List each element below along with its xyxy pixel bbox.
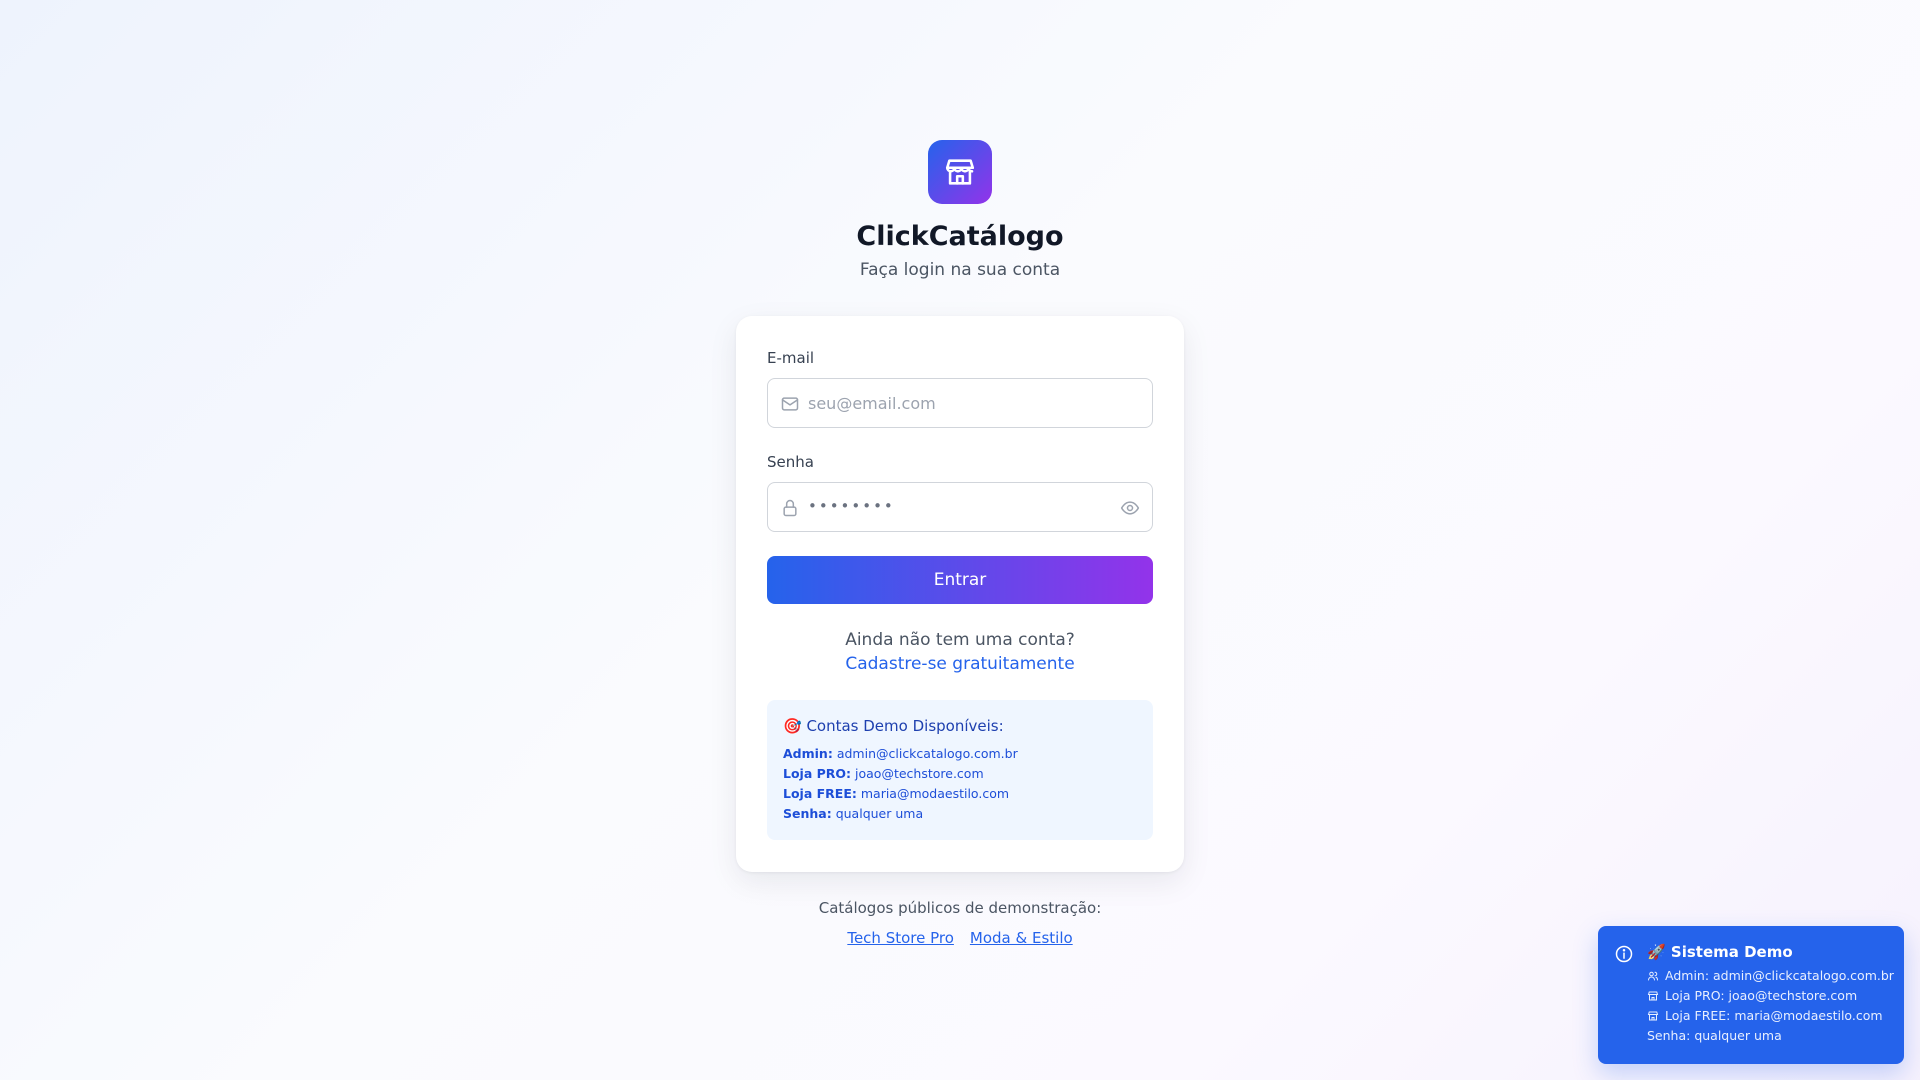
- demo-accounts-list: Admin: admin@clickcatalogo.com.br Loja P…: [783, 744, 1137, 824]
- signup-link[interactable]: Cadastre-se gratuitamente: [767, 652, 1153, 676]
- login-page: ClickCatálogo Faça login na sua conta E-…: [0, 0, 1920, 948]
- catalog-link-moda-estilo[interactable]: Moda & Estilo: [970, 928, 1073, 948]
- toast-lines: Admin: admin@clickcatalogo.com.br Loja P…: [1647, 966, 1896, 1046]
- users-icon: [1648, 971, 1658, 981]
- toast-title: 🚀 Sistema Demo: [1647, 943, 1793, 961]
- email-input[interactable]: [768, 379, 1152, 427]
- info-icon: [1615, 945, 1633, 963]
- password-field-wrapper: ••••••••: [767, 482, 1153, 532]
- signup-question: Ainda não tem uma conta?: [845, 630, 1075, 650]
- password-mask: ••••••••: [808, 497, 895, 515]
- toast-line-admin: Admin: admin@clickcatalogo.com.br: [1647, 966, 1896, 986]
- demo-line-admin: Admin: admin@clickcatalogo.com.br: [783, 746, 1018, 761]
- brand-logo: [928, 140, 992, 204]
- toast-line-free: Loja FREE: maria@modaestilo.com: [1647, 1006, 1896, 1026]
- demo-line-password: Senha: qualquer uma: [783, 806, 924, 821]
- demo-line-free: Loja FREE: maria@modaestilo.com: [783, 786, 1010, 801]
- login-button[interactable]: Entrar: [767, 556, 1153, 604]
- store-icon: [1647, 1011, 1659, 1021]
- email-label: E-mail: [767, 349, 815, 367]
- demo-accounts-title: 🎯 Contas Demo Disponíveis:: [783, 717, 1004, 735]
- toast-line-pro: Loja PRO: joao@techstore.com: [1647, 986, 1896, 1006]
- email-field-wrapper: [767, 378, 1153, 428]
- login-card: E-mail Senha •••••••• Entrar Ainda nã: [736, 316, 1184, 872]
- password-label: Senha: [767, 453, 814, 471]
- mail-icon: [781, 397, 799, 411]
- eye-icon[interactable]: [1120, 498, 1140, 518]
- store-icon: [945, 159, 975, 185]
- demo-line-pro: Loja PRO: joao@techstore.com: [783, 766, 984, 781]
- public-catalogs-text: Catálogos públicos de demonstração:: [818, 899, 1102, 917]
- demo-toast: 🚀 Sistema Demo Admin: admin@clickcatalog…: [1598, 926, 1904, 1064]
- demo-accounts-box: 🎯 Contas Demo Disponíveis: Admin: admin@…: [767, 700, 1153, 840]
- signup-section: Ainda não tem uma conta? Cadastre-se gra…: [767, 628, 1153, 676]
- app-title: ClickCatálogo: [856, 221, 1064, 252]
- public-catalog-links: Tech Store Pro Moda & Estilo: [847, 928, 1072, 948]
- store-icon: [1647, 991, 1659, 1001]
- login-subtitle: Faça login na sua conta: [859, 260, 1061, 280]
- catalog-link-tech-store[interactable]: Tech Store Pro: [847, 928, 954, 948]
- toast-line-password: Senha: qualquer uma: [1647, 1028, 1782, 1043]
- lock-icon: [783, 499, 797, 517]
